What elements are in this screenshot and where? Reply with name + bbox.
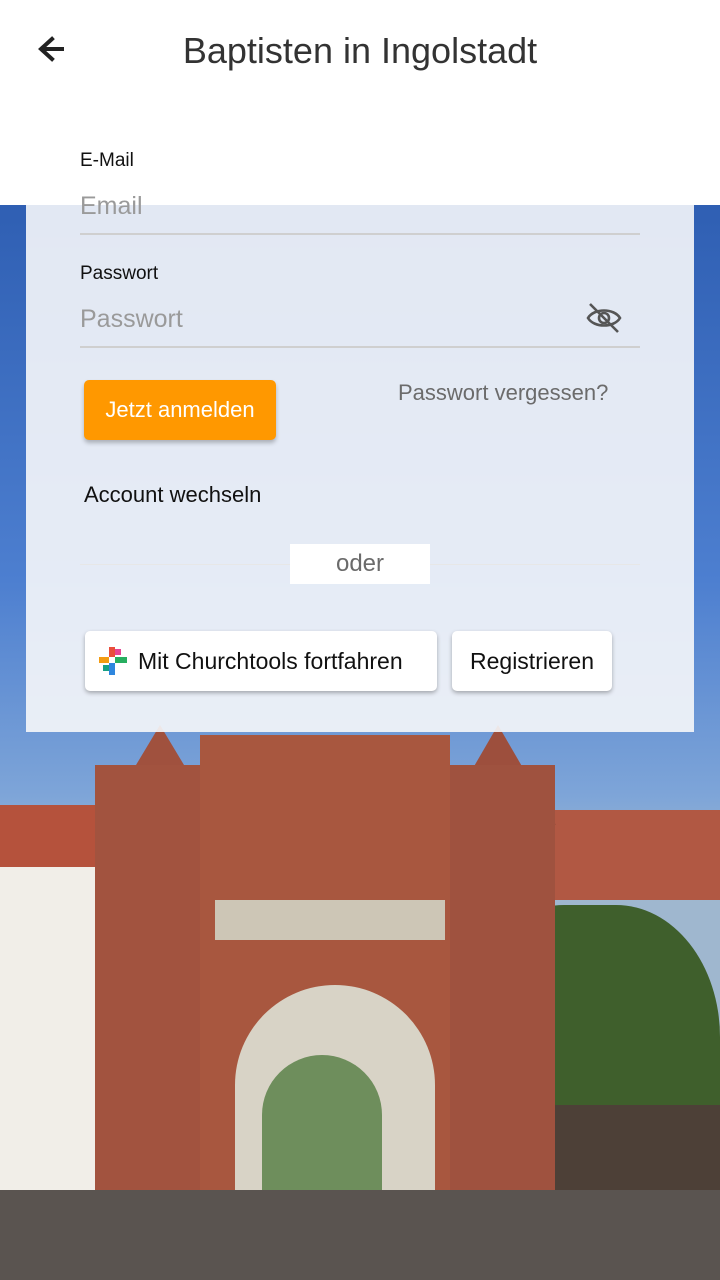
forgot-password-link[interactable]: Passwort vergessen? (398, 380, 608, 406)
toggle-password-visibility-button[interactable] (584, 300, 624, 336)
churchtools-login-button[interactable]: Mit Churchtools fortfahren (85, 631, 437, 691)
page-title: Baptisten in Ingolstadt (182, 30, 538, 71)
login-submit-button[interactable]: Jetzt anmelden (84, 380, 276, 440)
password-underline (80, 346, 640, 348)
app-header: Baptisten in Ingolstadt (0, 0, 720, 205)
switch-account-link[interactable]: Account wechseln (84, 482, 261, 508)
background-ground (0, 1190, 720, 1280)
password-label: Passwort (80, 263, 159, 284)
background-frieze (215, 900, 445, 940)
background-house (0, 835, 110, 1195)
email-field[interactable] (80, 184, 640, 228)
background-roof-right (540, 810, 720, 900)
eye-off-icon (586, 303, 622, 333)
email-label: E-Mail (80, 150, 134, 171)
email-underline (80, 233, 640, 235)
divider-label: oder (290, 544, 430, 584)
background-tower-right (440, 765, 555, 1235)
password-field[interactable] (80, 297, 570, 341)
churchtools-logo-icon (99, 647, 127, 675)
register-button[interactable]: Registrieren (452, 631, 612, 691)
churchtools-button-label: Mit Churchtools fortfahren (138, 648, 403, 674)
